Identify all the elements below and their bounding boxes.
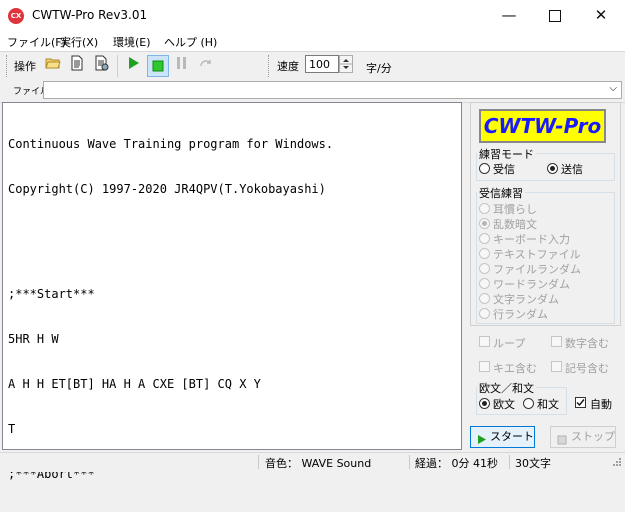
menu-help[interactable]: ヘルプ (H) <box>164 34 217 50</box>
practice-mode-title: 練習モード <box>477 146 536 162</box>
speed-spinner[interactable] <box>339 55 353 73</box>
radio-receive[interactable] <box>479 163 490 174</box>
app-logo: CWTW-Pro <box>479 109 606 143</box>
minimize-icon[interactable]: — <box>486 0 532 31</box>
start-button[interactable]: スタート <box>470 426 535 448</box>
status-separator <box>258 455 259 469</box>
speed-label: 速度 <box>277 60 299 73</box>
status-separator <box>509 455 510 469</box>
close-icon[interactable]: ✕ <box>578 0 624 31</box>
text-line: ;***Start*** <box>8 287 95 301</box>
text-line: Copyright(C) 1997-2020 JR4QPV(T.Yokobaya… <box>8 182 326 196</box>
speed-input[interactable]: 100 <box>305 55 339 73</box>
repeat-icon[interactable] <box>195 55 217 77</box>
stop-icon[interactable] <box>147 55 169 77</box>
window-title: CWTW-Pro Rev3.01 <box>32 8 148 22</box>
radio-send[interactable] <box>547 163 558 174</box>
radio-japanese-label[interactable]: 和文 <box>537 396 559 412</box>
radio-line-random-label[interactable]: 行ランダム <box>493 306 548 322</box>
stop-button-label: ストップ <box>571 430 615 443</box>
checkbox-auto[interactable] <box>575 397 586 408</box>
radio-ear-label[interactable]: 耳慣らし <box>493 201 537 217</box>
checkbox-auto-label[interactable]: 自動 <box>590 396 612 412</box>
radio-receive-label[interactable]: 受信 <box>493 161 515 177</box>
document-icon[interactable] <box>66 55 88 77</box>
radio-line-random[interactable] <box>479 308 490 319</box>
status-separator <box>409 455 410 469</box>
maximize-icon[interactable] <box>532 0 578 31</box>
play-icon[interactable] <box>123 55 145 77</box>
radio-keyboard-label[interactable]: キーボード入力 <box>493 231 570 247</box>
menu-run[interactable]: 実行(X) <box>60 34 98 50</box>
radio-char-random[interactable] <box>479 293 490 304</box>
radio-textfile[interactable] <box>479 248 490 259</box>
stop-button[interactable]: ストップ <box>550 426 616 448</box>
receive-practice-title: 受信練習 <box>477 185 525 201</box>
toolbar-grip[interactable] <box>6 55 9 77</box>
checkbox-symbol-label[interactable]: 記号含む <box>565 360 609 376</box>
text-line: 5HR H W <box>8 332 59 346</box>
radio-word-random-label[interactable]: ワードランダム <box>493 276 570 292</box>
radio-random-code-label[interactable]: 乱数暗文 <box>493 216 537 232</box>
radio-file-random[interactable] <box>479 263 490 274</box>
radio-send-label[interactable]: 送信 <box>561 161 583 177</box>
checkbox-kigo[interactable] <box>479 361 490 372</box>
radio-european[interactable] <box>479 398 490 409</box>
radio-ear[interactable] <box>479 203 490 214</box>
app-icon: CX <box>8 8 24 24</box>
pause-icon[interactable] <box>171 55 193 77</box>
checkbox-loop[interactable] <box>479 336 490 347</box>
document-settings-icon[interactable] <box>91 55 113 77</box>
toolbar-grip-2[interactable] <box>268 55 271 77</box>
chevron-down-icon[interactable]: ⌵ <box>609 83 617 94</box>
checkbox-kigo-label[interactable]: キエ含む <box>493 360 537 376</box>
operate-label: 操作 <box>14 60 36 73</box>
checkbox-number[interactable] <box>551 336 562 347</box>
radio-random-code[interactable] <box>479 218 490 229</box>
menu-environment[interactable]: 環境(E) <box>113 34 151 50</box>
text-line: T <box>8 422 16 436</box>
checkbox-loop-label[interactable]: ループ <box>493 335 525 351</box>
resize-grip-icon[interactable] <box>610 457 622 469</box>
text-line: Continuous Wave Training program for Win… <box>8 137 334 151</box>
stop-icon <box>557 432 567 452</box>
radio-textfile-label[interactable]: テキストファイル <box>493 246 581 262</box>
text-line: A H H ET[BT] HA H A CXE [BT] CQ X Y <box>8 377 261 391</box>
checkbox-symbol[interactable] <box>551 361 562 372</box>
play-icon <box>477 432 487 452</box>
status-char-count: 30文字 <box>515 457 551 470</box>
toolbar-separator <box>117 55 118 77</box>
radio-keyboard[interactable] <box>479 233 490 244</box>
status-sound: 音色： WAVE Sound <box>265 457 372 470</box>
radio-japanese[interactable] <box>523 398 534 409</box>
checkbox-number-label[interactable]: 数字含む <box>565 335 609 351</box>
radio-word-random[interactable] <box>479 278 490 289</box>
radio-char-random-label[interactable]: 文字ランダム <box>493 291 559 307</box>
speed-unit: 字/分 <box>366 62 392 75</box>
radio-file-random-label[interactable]: ファイルランダム <box>493 261 581 277</box>
radio-european-label[interactable]: 欧文 <box>493 396 515 412</box>
open-folder-icon[interactable] <box>42 55 64 77</box>
start-button-label: スタート <box>490 430 534 443</box>
file-combo[interactable]: ⌵ <box>43 81 622 99</box>
output-text-area[interactable]: Continuous Wave Training program for Win… <box>2 102 462 481</box>
status-elapsed: 経過： 0分 41秒 <box>415 457 498 470</box>
menu-file[interactable]: ファイル(F) <box>7 34 66 50</box>
language-title: 欧文／和文 <box>477 380 536 396</box>
